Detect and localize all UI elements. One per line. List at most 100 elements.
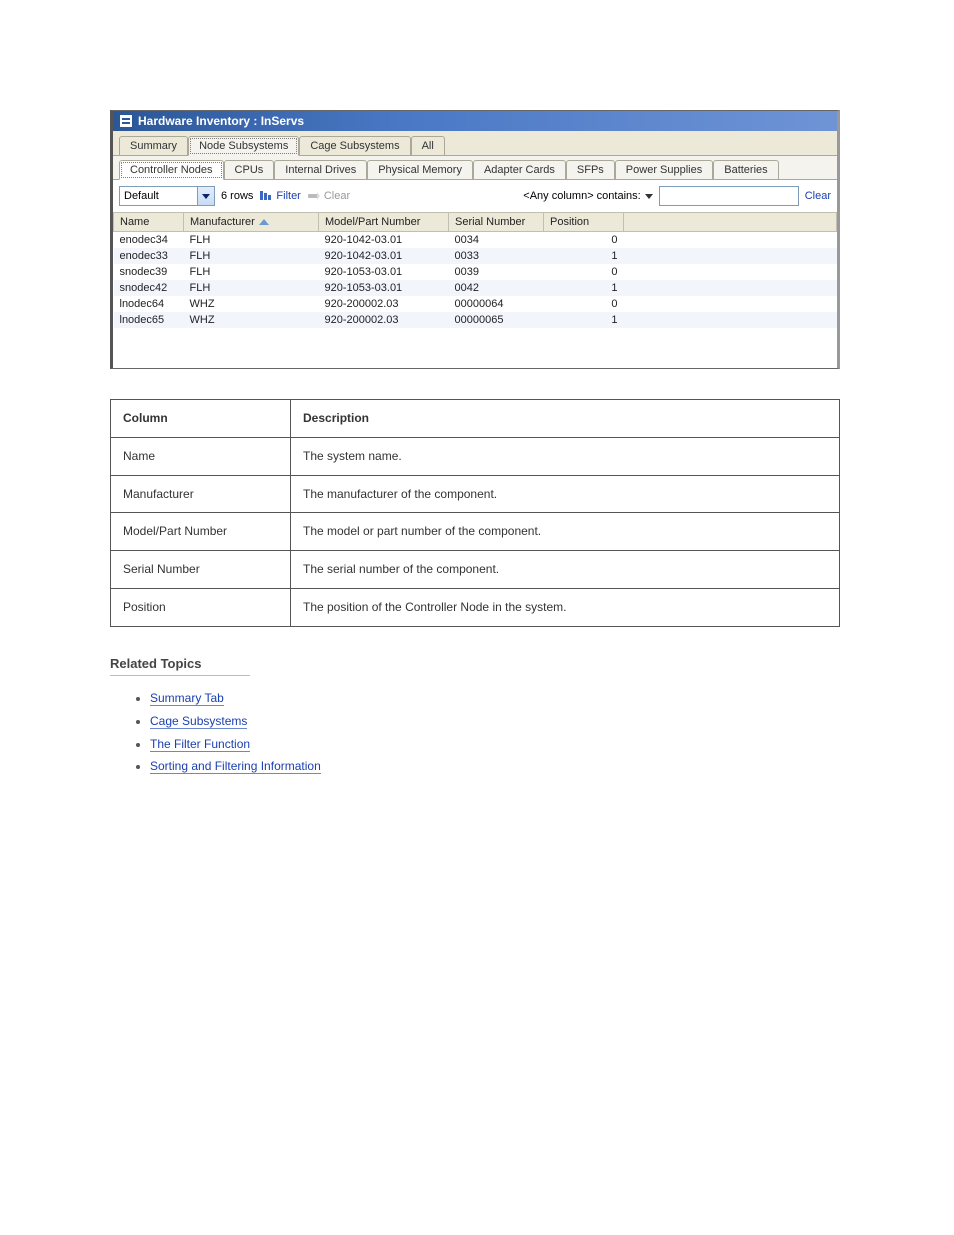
col-header-manufacturer[interactable]: Manufacturer — [184, 213, 319, 232]
any-column-filter[interactable]: <Any column> contains: — [523, 190, 652, 202]
subtab-physical-memory[interactable]: Physical Memory — [367, 160, 473, 179]
subtab-adapter-cards[interactable]: Adapter Cards — [473, 160, 566, 179]
cell-manufacturer: WHZ — [184, 312, 319, 328]
table-row[interactable]: snodec42FLH920-1053-03.0100421 — [114, 280, 837, 296]
related-item: Sorting and Filtering Information — [150, 758, 840, 775]
subtab-sfps[interactable]: SFPs — [566, 160, 615, 179]
top-tabstrip: Summary Node Subsystems Cage Subsystems … — [113, 131, 837, 156]
cell-name: snodec42 — [114, 280, 184, 296]
col-header-name[interactable]: Name — [114, 213, 184, 232]
cell-manufacturer: FLH — [184, 232, 319, 249]
cell-model: 920-200002.03 — [319, 296, 449, 312]
subtab-batteries[interactable]: Batteries — [713, 160, 778, 179]
cell-position: 0 — [544, 232, 624, 249]
related-topics-list: Summary Tab Cage Subsystems The Filter Fun… — [110, 690, 840, 775]
subtab-power-supplies[interactable]: Power Supplies — [615, 160, 713, 179]
cell-serial: 0042 — [449, 280, 544, 296]
col-header-model[interactable]: Model/Part Number — [319, 213, 449, 232]
desc-col-name: Name — [111, 437, 291, 475]
cell-manufacturer: FLH — [184, 248, 319, 264]
tab-summary[interactable]: Summary — [119, 136, 188, 155]
subtab-internal-drives[interactable]: Internal Drives — [274, 160, 367, 179]
desc-header-column: Column — [111, 400, 291, 438]
col-header-position-label: Position — [550, 216, 589, 228]
cell-model: 920-1053-03.01 — [319, 280, 449, 296]
desc-row: Serial NumberThe serial number of the co… — [111, 551, 840, 589]
description-table: Column Description NameThe system name.M… — [110, 399, 840, 627]
cell-model: 920-1042-03.01 — [319, 232, 449, 249]
desc-col-text: The system name. — [291, 437, 840, 475]
cell-manufacturer: FLH — [184, 280, 319, 296]
table-row[interactable]: lnodec64WHZ920-200002.03000000640 — [114, 296, 837, 312]
cell-name: enodec34 — [114, 232, 184, 249]
cell-serial: 0033 — [449, 248, 544, 264]
cell-position: 1 — [544, 248, 624, 264]
row-count-label: 6 rows — [221, 190, 253, 202]
cell-model: 920-1042-03.01 — [319, 248, 449, 264]
titlebar: Hardware Inventory : InServs — [113, 111, 837, 131]
search-input[interactable] — [659, 186, 799, 206]
col-header-position[interactable]: Position — [544, 213, 624, 232]
desc-row: NameThe system name. — [111, 437, 840, 475]
subtab-cpus[interactable]: CPUs — [224, 160, 275, 179]
cell-serial: 0034 — [449, 232, 544, 249]
col-header-model-label: Model/Part Number — [325, 216, 420, 228]
cell-spacer — [624, 264, 837, 280]
any-column-label: <Any column> contains: — [523, 190, 640, 202]
related-link[interactable]: Sorting and Filtering Information — [150, 759, 321, 774]
clear-filter-label: Clear — [324, 190, 350, 202]
col-header-serial-label: Serial Number — [455, 216, 525, 228]
cell-spacer — [624, 312, 837, 328]
table-row[interactable]: lnodec65WHZ920-200002.03000000651 — [114, 312, 837, 328]
desc-col-text: The position of the Controller Node in t… — [291, 588, 840, 626]
desc-col-name: Serial Number — [111, 551, 291, 589]
desc-col-text: The serial number of the component. — [291, 551, 840, 589]
related-link[interactable]: Summary Tab — [150, 691, 224, 706]
sort-asc-icon — [259, 219, 269, 225]
desc-col-text: The model or part number of the componen… — [291, 513, 840, 551]
cell-model: 920-1053-03.01 — [319, 264, 449, 280]
cell-spacer — [624, 248, 837, 264]
tab-all[interactable]: All — [411, 136, 445, 155]
header-row: Name Manufacturer Model/Part Number Seri… — [114, 213, 837, 232]
view-select-value: Default — [120, 190, 197, 202]
related-link[interactable]: Cage Subsystems — [150, 714, 247, 729]
search-clear-button[interactable]: Clear — [805, 190, 831, 202]
filter-button[interactable]: Filter — [259, 190, 300, 202]
cell-name: lnodec65 — [114, 312, 184, 328]
sub-tabstrip: Controller Nodes CPUs Internal Drives Ph… — [113, 156, 837, 180]
filter-icon — [259, 190, 273, 202]
table-row[interactable]: enodec33FLH920-1042-03.0100331 — [114, 248, 837, 264]
view-select[interactable]: Default — [119, 186, 215, 206]
table-row[interactable]: snodec39FLH920-1053-03.0100390 — [114, 264, 837, 280]
cell-manufacturer: FLH — [184, 264, 319, 280]
desc-row: ManufacturerThe manufacturer of the comp… — [111, 475, 840, 513]
related-link[interactable]: The Filter Function — [150, 737, 250, 752]
tab-cage-subsystems[interactable]: Cage Subsystems — [299, 136, 410, 155]
cell-name: lnodec64 — [114, 296, 184, 312]
window-title: Hardware Inventory : InServs — [138, 114, 304, 128]
related-item: Cage Subsystems — [150, 713, 840, 730]
tab-node-subsystems[interactable]: Node Subsystems — [188, 136, 299, 156]
cell-serial: 00000064 — [449, 296, 544, 312]
app-window: Hardware Inventory : InServs Summary Nod… — [110, 110, 840, 369]
col-header-serial[interactable]: Serial Number — [449, 213, 544, 232]
desc-col-name: Position — [111, 588, 291, 626]
col-header-manufacturer-label: Manufacturer — [190, 216, 255, 228]
clear-filter-icon — [307, 190, 321, 202]
cell-model: 920-200002.03 — [319, 312, 449, 328]
related-topics-heading: Related Topics — [110, 655, 250, 676]
chevron-down-icon — [645, 194, 653, 199]
cell-spacer — [624, 232, 837, 249]
cell-position: 0 — [544, 296, 624, 312]
cell-position: 1 — [544, 280, 624, 296]
doc-section: Column Description NameThe system name.M… — [110, 399, 840, 775]
desc-row: Model/Part NumberThe model or part numbe… — [111, 513, 840, 551]
table-row[interactable]: enodec34FLH920-1042-03.0100340 — [114, 232, 837, 249]
col-header-spacer — [624, 213, 837, 232]
desc-row: PositionThe position of the Controller N… — [111, 588, 840, 626]
dropdown-arrow-icon — [197, 187, 214, 205]
clear-filter-button[interactable]: Clear — [307, 190, 350, 202]
subtab-controller-nodes[interactable]: Controller Nodes — [119, 160, 224, 180]
cell-manufacturer: WHZ — [184, 296, 319, 312]
